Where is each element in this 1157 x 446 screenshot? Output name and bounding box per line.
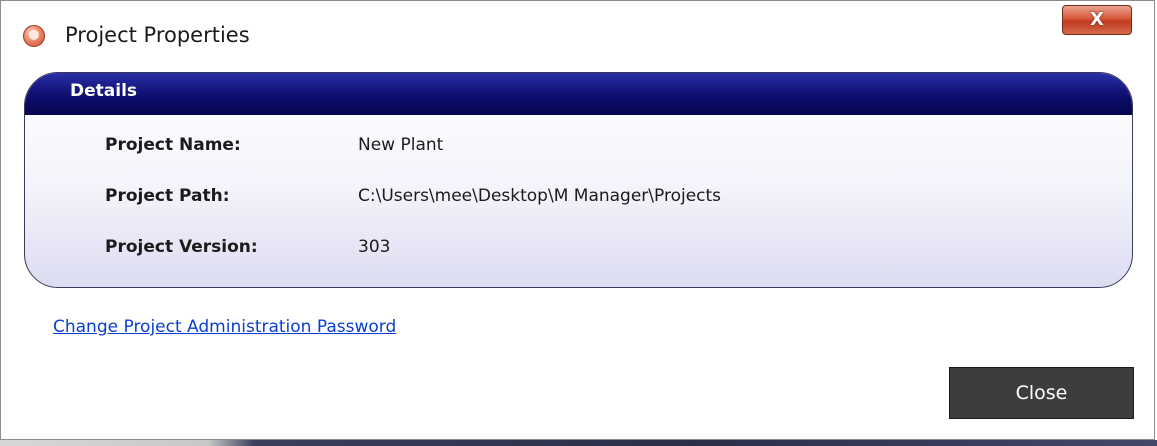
app-icon (23, 25, 45, 47)
project-version-label: Project Version: (105, 237, 258, 257)
details-header-title: Details (70, 81, 138, 101)
project-name-value: New Plant (358, 135, 444, 155)
project-version-value: 303 (358, 237, 391, 257)
close-button[interactable]: Close (949, 367, 1134, 419)
details-header: Details (25, 73, 1132, 115)
title-bar: Project Properties X (1, 1, 1154, 67)
project-properties-dialog: Project Properties X Details Project Nam… (0, 0, 1155, 440)
window-title: Project Properties (65, 23, 250, 47)
project-path-value: C:\Users\mee\Desktop\M Manager\Projects (358, 186, 722, 206)
project-name-label: Project Name: (105, 135, 241, 155)
window-close-button[interactable]: X (1062, 5, 1132, 35)
project-path-label: Project Path: (105, 186, 230, 206)
close-icon: X (1090, 9, 1104, 30)
details-panel: Details Project Name: New Plant Project … (24, 72, 1133, 288)
change-admin-password-link[interactable]: Change Project Administration Password (53, 317, 396, 337)
background-strip (0, 440, 1157, 446)
